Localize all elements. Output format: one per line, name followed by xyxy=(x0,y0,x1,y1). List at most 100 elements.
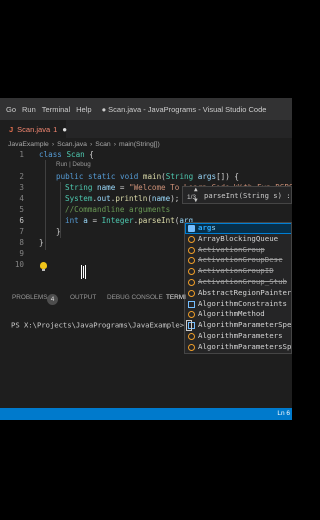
tab-problems[interactable]: PROBLEMS xyxy=(12,294,48,301)
signature-help: ▲ 1/3 ▼ parseInt(String s) : xyxy=(182,186,292,204)
code-token: out xyxy=(97,194,111,203)
code-token: { xyxy=(84,150,94,159)
line-number: 7 xyxy=(19,227,24,236)
problems-count-badge: 4 xyxy=(47,294,58,305)
tab-error-count: 1 xyxy=(53,124,58,134)
code-text: public static void main(String args[]) { xyxy=(56,172,239,182)
breadcrumb-file[interactable]: Scan.java xyxy=(57,141,87,148)
java-file-icon: J xyxy=(9,124,14,134)
menu-terminal[interactable]: Terminal xyxy=(42,105,70,114)
breadcrumb: JavaExample › Scan.java › Scan › main(St… xyxy=(0,138,292,150)
suggestion-item[interactable]: ArrayBlockingQueue xyxy=(185,233,291,245)
line-number: 2 xyxy=(19,172,24,181)
code-token: System xyxy=(65,194,93,203)
line-number: 1 xyxy=(19,150,24,159)
suggestion-label: args xyxy=(198,223,216,232)
mouse-cursor-icon xyxy=(81,265,86,279)
suggestion-label: ActivationGroup_Stub xyxy=(198,277,287,286)
terminal-prompt[interactable]: PS X:\Projects\JavaPrograms\JavaExample> xyxy=(11,320,193,331)
line-number: 5 xyxy=(19,205,24,214)
terminal-caret xyxy=(186,320,193,331)
class-icon xyxy=(188,279,195,286)
signature-text: parseInt(String s) : xyxy=(204,191,291,200)
unsaved-dot-icon[interactable]: ● xyxy=(62,125,67,134)
line-number: 3 xyxy=(19,183,24,192)
suggestion-item[interactable]: AlgorithmParameters xyxy=(185,331,291,342)
line-number: 10 xyxy=(14,260,24,269)
suggestion-item[interactable]: ActivationGroup_Stub xyxy=(185,277,291,288)
tab-debug-console[interactable]: DEBUG CONSOLE xyxy=(107,294,163,301)
cursor-position[interactable]: Ln 6 xyxy=(277,410,290,417)
menu-help[interactable]: Help xyxy=(76,105,91,114)
line-number: 8 xyxy=(19,238,24,247)
code-text: int a = Integer.parseInt(arg xyxy=(65,216,193,226)
class-icon xyxy=(188,235,195,243)
vscode-window: Go Run Terminal Help ● Scan.java - JavaP… xyxy=(0,98,292,420)
lightbulb-icon[interactable] xyxy=(40,262,47,271)
suggestion-label: ActivationGroupID xyxy=(198,266,274,276)
chevron-right-icon: › xyxy=(89,140,93,148)
terminal-prompt-text: PS X:\Projects\JavaPrograms\JavaExample> xyxy=(11,320,185,330)
menu-run[interactable]: Run xyxy=(22,105,36,114)
codelens-run-debug[interactable]: Run | Debug xyxy=(56,161,91,168)
chevron-right-icon: › xyxy=(113,140,116,148)
code-token: class xyxy=(39,150,67,159)
suggestion-label: ArrayBlockingQueue xyxy=(198,233,279,243)
breadcrumb-folder[interactable]: JavaExample xyxy=(8,141,49,148)
suggestion-item[interactable]: args xyxy=(185,223,291,234)
code-token: = xyxy=(87,216,102,225)
code-token: main xyxy=(142,172,162,181)
chevron-up-icon[interactable]: ▲ xyxy=(194,186,198,193)
suggestion-widget[interactable]: args ArrayBlockingQueue ActivationGroup Act… xyxy=(184,222,292,354)
indent-guide xyxy=(45,160,46,250)
code-token: name xyxy=(151,194,171,203)
suggestion-item[interactable]: ActivationGroup xyxy=(185,245,291,256)
line-number: 4 xyxy=(19,194,24,203)
breadcrumb-method[interactable]: main(String[]) xyxy=(119,141,160,148)
suggestion-label: AlgorithmMethod xyxy=(198,309,265,319)
code-token: public static void xyxy=(56,172,143,181)
code-token: //Commandline arguments xyxy=(65,205,171,214)
tab-scan-java[interactable]: J Scan.java 1 ● xyxy=(0,120,67,138)
code-text: System.out.println(name); xyxy=(65,194,179,204)
suggestion-label: AlgorithmParameterSpec xyxy=(198,320,292,330)
class-icon xyxy=(188,311,195,319)
status-bar: Ln 6 xyxy=(0,408,292,420)
code-text: } xyxy=(39,238,44,248)
variable-icon xyxy=(188,225,195,232)
suggestion-item[interactable]: ActivationGroupDesc xyxy=(185,255,291,266)
code-token: String xyxy=(165,172,194,181)
code-token: []) { xyxy=(216,172,239,181)
suggestion-label: AlgorithmParametersSpi xyxy=(198,341,292,351)
menu-bar: Go Run Terminal Help ● Scan.java - JavaP… xyxy=(0,98,292,120)
code-token: parseInt xyxy=(138,216,175,225)
suggestion-item[interactable]: AlgorithmMethod xyxy=(185,309,291,320)
code-text: //Commandline arguments xyxy=(65,205,170,215)
suggestion-match: arg xyxy=(198,223,212,232)
suggestion-item[interactable]: AlgorithmParameterSpec xyxy=(185,320,292,331)
suggestion-item[interactable]: ActivationGroupID xyxy=(185,266,291,277)
line-number: 6 xyxy=(19,216,24,225)
window-title: ● Scan.java - JavaPrograms - Visual Stud… xyxy=(101,104,267,114)
code-token: } xyxy=(56,227,61,236)
code-token: } xyxy=(39,238,44,247)
panel-tabs: PROBLEMS 4 OUTPUT DEBUG CONSOLE TERMI xyxy=(0,291,292,305)
code-token: Integer xyxy=(101,216,134,225)
class-icon xyxy=(188,257,195,265)
code-token: println xyxy=(115,194,148,203)
tab-output[interactable]: OUTPUT xyxy=(70,294,96,301)
chevron-down-icon[interactable]: ▼ xyxy=(194,197,198,204)
code-token: Scan xyxy=(66,150,85,159)
code-text: } xyxy=(56,227,61,237)
tab-terminal[interactable]: TERMI xyxy=(166,294,186,301)
code-token: name xyxy=(97,183,116,192)
chevron-right-icon: › xyxy=(51,140,55,148)
line-number: 9 xyxy=(19,249,24,258)
suggestion-item[interactable]: AlgorithmParametersSpi xyxy=(185,341,292,353)
menu-go[interactable]: Go xyxy=(6,105,16,114)
class-icon xyxy=(188,246,195,254)
class-icon xyxy=(188,268,195,276)
breadcrumb-class[interactable]: Scan xyxy=(95,141,111,148)
code-token: int xyxy=(65,216,79,225)
code-text: class Scan { xyxy=(39,150,94,160)
